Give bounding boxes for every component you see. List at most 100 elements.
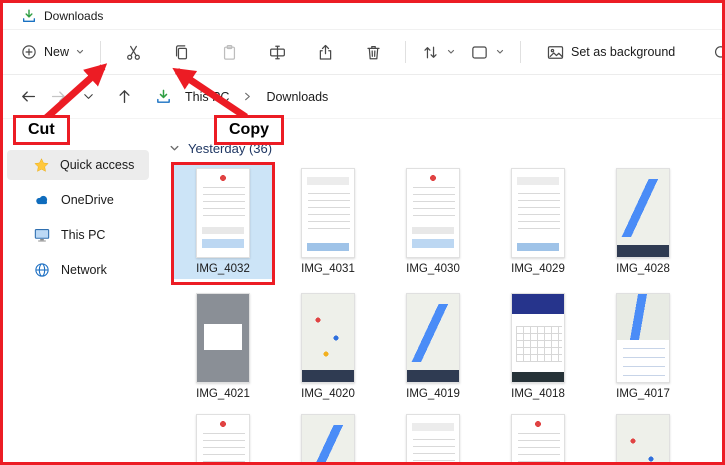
- file-tile-img-4029[interactable]: IMG_4029: [488, 164, 588, 279]
- downloads-icon: [155, 88, 172, 105]
- thumbnail-image: [196, 414, 250, 462]
- share-button[interactable]: [305, 37, 345, 68]
- cut-annotation-label: Cut: [13, 115, 70, 145]
- file-tile-img-4019[interactable]: IMG_4019: [383, 289, 483, 400]
- file-name: IMG_4019: [406, 388, 460, 400]
- file-name: IMG_4032: [196, 263, 250, 275]
- file-name: IMG_4020: [301, 388, 355, 400]
- file-tile-img-4032[interactable]: IMG_4032: [173, 164, 273, 279]
- toolbar-separator: [100, 41, 101, 63]
- breadcrumb-downloads[interactable]: Downloads: [262, 87, 332, 107]
- tab-title: Downloads: [44, 9, 103, 23]
- scissors-icon: [124, 43, 143, 62]
- thumbnail-image: [196, 293, 250, 383]
- forward-button[interactable]: [43, 82, 73, 112]
- chevron-down-icon: [495, 47, 505, 57]
- rotate-button[interactable]: Rotat: [704, 37, 725, 68]
- file-tile-partial[interactable]: [488, 410, 588, 462]
- thumbnail-image: [301, 414, 355, 462]
- copy-button[interactable]: [161, 37, 201, 68]
- chevron-down-icon: [446, 47, 456, 57]
- file-list: Yesterday (36) IMG_4032 IMG_4031 IMG_403…: [153, 119, 722, 462]
- file-tile-img-4031[interactable]: IMG_4031: [278, 164, 378, 279]
- chevron-right-icon: [242, 91, 253, 102]
- sidebar-item-quick-access[interactable]: Quick access: [7, 150, 149, 180]
- star-icon: [33, 157, 50, 174]
- rename-icon: [268, 43, 287, 62]
- sidebar-item-network[interactable]: Network: [7, 255, 149, 285]
- new-button-label: New: [44, 45, 69, 59]
- sidebar-item-label: Quick access: [60, 158, 134, 172]
- file-row: IMG_4021 IMG_4020 IMG_4019 IMG_4018 IMG_…: [173, 289, 722, 400]
- back-arrow-icon: [19, 87, 38, 106]
- file-tile-img-4030[interactable]: IMG_4030: [383, 164, 483, 279]
- up-button[interactable]: [109, 82, 139, 112]
- globe-icon: [33, 261, 51, 279]
- cloud-icon: [33, 191, 51, 209]
- file-tile-partial[interactable]: [383, 410, 483, 462]
- downloads-icon: [21, 8, 37, 24]
- navigation-pane: Quick access OneDrive This PC: [3, 119, 153, 462]
- file-name: IMG_4031: [301, 263, 355, 275]
- sidebar-item-onedrive[interactable]: OneDrive: [7, 185, 149, 215]
- file-tile-img-4018[interactable]: IMG_4018: [488, 289, 588, 400]
- chevron-down-icon: [81, 89, 96, 104]
- thumbnail-image: [406, 168, 460, 258]
- back-button[interactable]: [13, 82, 43, 112]
- recent-locations-button[interactable]: [73, 82, 103, 112]
- picture-icon: [546, 43, 565, 62]
- explorer-tab-downloads[interactable]: Downloads: [15, 6, 109, 26]
- thumbnail-image: [616, 168, 670, 258]
- file-name: IMG_4028: [616, 263, 670, 275]
- view-button[interactable]: [463, 37, 512, 68]
- title-bar: Downloads: [3, 3, 722, 30]
- thumbnail-image: [196, 168, 250, 258]
- set-as-background-label: Set as background: [571, 45, 675, 59]
- file-row: IMG_4032 IMG_4031 IMG_4030 IMG_4029 IMG_…: [173, 164, 722, 279]
- command-bar: New: [3, 30, 722, 75]
- address-bar[interactable]: This PC Downloads: [155, 87, 332, 107]
- file-tile-img-4021[interactable]: IMG_4021: [173, 289, 273, 400]
- sort-button[interactable]: [414, 37, 463, 68]
- thumbnail-image: [511, 414, 565, 462]
- plus-circle-icon: [20, 43, 38, 61]
- file-explorer-window: Downloads New: [0, 0, 725, 465]
- sidebar-item-this-pc[interactable]: This PC: [7, 220, 149, 250]
- rotate-icon: [711, 43, 725, 62]
- rename-button[interactable]: [257, 37, 297, 68]
- paste-button[interactable]: [209, 37, 249, 68]
- sidebar-item-label: This PC: [61, 228, 105, 242]
- file-name: IMG_4021: [196, 388, 250, 400]
- thumbnail-image: [406, 414, 460, 462]
- breadcrumb-this-pc[interactable]: This PC: [181, 87, 233, 107]
- file-name: IMG_4017: [616, 388, 670, 400]
- thumbnail-image: [616, 293, 670, 383]
- thumbnail-image: [406, 293, 460, 383]
- file-tile-partial[interactable]: [278, 410, 378, 462]
- delete-button[interactable]: [353, 37, 393, 68]
- chevron-down-icon: [75, 47, 85, 57]
- file-tile-partial[interactable]: [593, 410, 693, 462]
- set-as-background-button[interactable]: Set as background: [539, 37, 682, 68]
- copy-annotation-label: Copy: [214, 115, 284, 145]
- file-tile-partial[interactable]: [173, 410, 273, 462]
- up-arrow-icon: [115, 87, 134, 106]
- new-button[interactable]: New: [13, 37, 92, 67]
- thumbnail-image: [301, 293, 355, 383]
- file-name: IMG_4018: [511, 388, 565, 400]
- window-body: Quick access OneDrive This PC: [3, 119, 722, 462]
- file-name: IMG_4029: [511, 263, 565, 275]
- monitor-icon: [33, 226, 51, 244]
- share-icon: [316, 43, 335, 62]
- cut-button[interactable]: [113, 37, 153, 68]
- file-row: [173, 410, 722, 462]
- file-tile-img-4020[interactable]: IMG_4020: [278, 289, 378, 400]
- thumbnail-image: [511, 168, 565, 258]
- navigation-bar: This PC Downloads: [3, 75, 722, 119]
- file-tile-img-4017[interactable]: IMG_4017: [593, 289, 693, 400]
- thumbnail-image: [301, 168, 355, 258]
- thumbnail-image: [511, 293, 565, 383]
- file-tile-img-4028[interactable]: IMG_4028: [593, 164, 693, 279]
- sidebar-item-label: OneDrive: [61, 193, 114, 207]
- sidebar-item-label: Network: [61, 263, 107, 277]
